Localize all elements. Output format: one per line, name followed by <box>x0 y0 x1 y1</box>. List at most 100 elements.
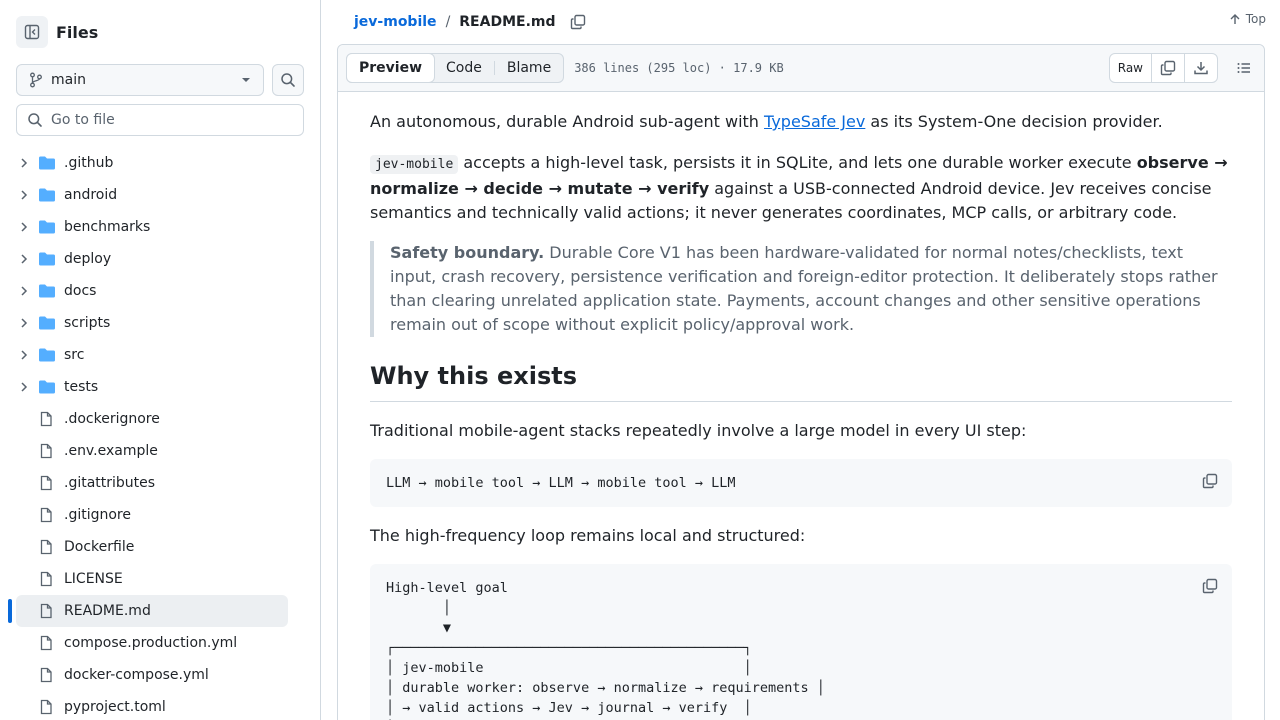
chevron-right-icon[interactable] <box>16 317 32 329</box>
copy-icon <box>1202 578 1218 594</box>
file-icon <box>38 603 56 619</box>
tree-item-label: README.md <box>64 603 151 619</box>
tree-file[interactable]: README.md <box>8 595 288 627</box>
tree-file[interactable]: Dockerfile <box>16 531 288 563</box>
tree-item-label: tests <box>64 379 99 395</box>
tree-folder[interactable]: tests <box>16 371 288 403</box>
chevron-right-icon[interactable] <box>16 221 32 233</box>
tree-file[interactable]: docker-compose.yml <box>16 659 288 691</box>
file-icon <box>38 667 56 683</box>
tree-file[interactable]: .env.example <box>16 435 288 467</box>
tree-file[interactable]: LICENSE <box>16 563 288 595</box>
description-text: accepts a high-level task, persists it i… <box>458 153 1137 172</box>
tree-folder[interactable]: src <box>16 339 288 371</box>
breadcrumb-repo-link[interactable]: jev-mobile <box>354 14 437 30</box>
file-icon <box>38 411 56 427</box>
copy-path-button[interactable] <box>570 14 586 30</box>
file-icon <box>38 539 56 555</box>
breadcrumb-file: README.md <box>459 14 556 30</box>
tree-item-label: docs <box>64 283 97 299</box>
folder-icon <box>38 347 56 363</box>
go-to-file-field[interactable] <box>16 104 304 136</box>
tree-item-label: LICENSE <box>64 571 123 587</box>
tree-file[interactable]: .dockerignore <box>16 403 288 435</box>
tree-file[interactable]: compose.production.yml <box>16 627 288 659</box>
arrow-up-icon <box>1229 13 1246 25</box>
code-block-text: LLM → mobile tool → LLM → mobile tool → … <box>386 475 736 491</box>
diagram-code-text: High-level goal │ ▼ ┌───────────────────… <box>386 580 825 716</box>
main-content: jev-mobile / README.md Top Preview Code <box>321 0 1280 720</box>
chevron-right-icon[interactable] <box>16 381 32 393</box>
inline-code: jev-mobile <box>370 155 459 174</box>
copy-raw-button[interactable] <box>1152 54 1185 82</box>
copy-icon <box>570 14 586 30</box>
diagram-code-block: High-level goal │ ▼ ┌───────────────────… <box>370 564 1232 720</box>
tree-item-label: .github <box>64 155 114 171</box>
branch-selector[interactable]: main <box>16 64 264 96</box>
copy-code-button[interactable] <box>1202 578 1218 594</box>
tree-folder[interactable]: deploy <box>16 243 288 275</box>
tree-folder[interactable]: scripts <box>16 307 288 339</box>
folder-icon <box>38 155 56 171</box>
folder-icon <box>38 219 56 235</box>
tab-preview[interactable]: Preview <box>346 53 436 83</box>
file-icon <box>38 699 56 715</box>
folder-icon <box>38 283 56 299</box>
git-branch-icon <box>29 72 43 88</box>
file-icon <box>38 571 56 587</box>
tree-item-label: pyproject.toml <box>64 699 166 715</box>
copy-code-button[interactable] <box>1202 473 1218 489</box>
back-to-top-button[interactable]: Top <box>1229 12 1266 26</box>
tree-folder[interactable]: android <box>16 179 288 211</box>
file-icon <box>38 507 56 523</box>
tree-item-label: scripts <box>64 315 111 331</box>
typesafe-jev-link[interactable]: TypeSafe Jev <box>764 112 865 131</box>
description-paragraph: jev-mobile accepts a high-level task, pe… <box>370 151 1232 225</box>
file-tree: .github android benchmarks deploy docs script… <box>0 147 320 720</box>
go-to-file-input[interactable] <box>51 112 291 128</box>
tree-file[interactable]: pyproject.toml <box>16 691 288 720</box>
chevron-right-icon[interactable] <box>16 349 32 361</box>
app-window: Files main .github android benchmarks deplo… <box>0 0 1280 720</box>
caret-down-icon <box>241 75 251 85</box>
chevron-right-icon[interactable] <box>16 189 32 201</box>
sidebar-title: Files <box>56 22 99 42</box>
tree-folder[interactable]: docs <box>16 275 288 307</box>
view-mode-tabs: Preview Code Blame <box>346 53 565 83</box>
file-actions: Raw <box>1108 53 1218 83</box>
loop-paragraph: The high-frequency loop remains local an… <box>370 526 806 545</box>
tree-folder[interactable]: benchmarks <box>16 211 288 243</box>
section-heading: Why this exists <box>370 361 1232 402</box>
tree-folder[interactable]: .github <box>16 147 288 179</box>
tree-item-label: deploy <box>64 251 112 267</box>
download-button[interactable] <box>1185 54 1217 82</box>
tab-blame[interactable]: Blame <box>495 54 563 82</box>
tree-item-label: compose.production.yml <box>64 635 238 651</box>
search-icon <box>27 112 43 128</box>
file-icon <box>38 443 56 459</box>
outline-button[interactable] <box>1236 60 1252 76</box>
chevron-right-icon[interactable] <box>16 253 32 265</box>
tree-file[interactable]: .gitignore <box>16 499 288 531</box>
chevron-right-icon[interactable] <box>16 285 32 297</box>
sidebar-collapse-icon <box>24 24 40 40</box>
intro-text-end: as its System-One decision provider. <box>865 112 1163 131</box>
intro-text: An autonomous, durable Android sub-agent… <box>370 112 765 131</box>
back-to-top-label: Top <box>1245 12 1266 26</box>
file-header: Preview Code Blame 386 lines (295 loc) ·… <box>338 45 1264 92</box>
search-repo-button[interactable] <box>272 64 304 96</box>
tab-code[interactable]: Code <box>434 54 494 82</box>
file-icon <box>38 475 56 491</box>
intro-paragraph: An autonomous, durable Android sub-agent… <box>370 110 1232 134</box>
raw-button[interactable]: Raw <box>1110 54 1152 82</box>
tree-item-label: .dockerignore <box>64 411 160 427</box>
safety-bold-text: Safety boundary. <box>390 243 545 262</box>
readme-body: An autonomous, durable Android sub-agent… <box>338 110 1264 720</box>
file-viewer: Preview Code Blame 386 lines (295 loc) ·… <box>337 44 1265 720</box>
branch-name: main <box>51 72 86 88</box>
collapse-sidebar-button[interactable] <box>16 16 48 48</box>
chevron-right-icon[interactable] <box>16 157 32 169</box>
code-block: LLM → mobile tool → LLM → mobile tool → … <box>370 459 1232 507</box>
tree-item-label: .gitignore <box>64 507 131 523</box>
tree-file[interactable]: .gitattributes <box>16 467 288 499</box>
